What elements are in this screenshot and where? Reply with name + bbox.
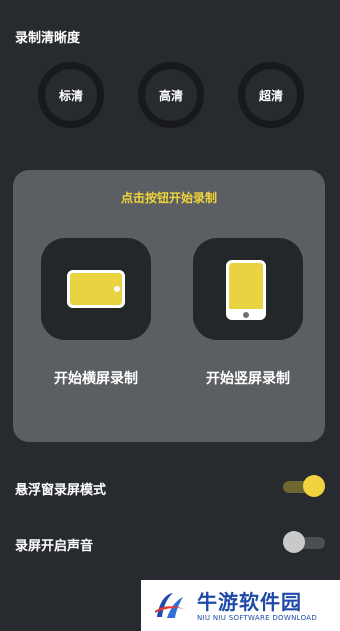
toggle-knob <box>303 475 325 497</box>
setting-floating-mode: 悬浮窗录屏模式 <box>0 474 340 502</box>
start-portrait-label[interactable]: 开始竖屏录制 <box>173 368 323 388</box>
start-landscape-button[interactable] <box>41 238 151 340</box>
record-panel: 点击按钮开始录制 开始横屏录制 开始竖屏录制 <box>13 170 325 442</box>
toggle-knob <box>283 531 305 553</box>
floating-mode-label: 悬浮窗录屏模式 <box>15 483 107 498</box>
landscape-tablet-icon <box>67 270 125 308</box>
record-hint: 点击按钮开始录制 <box>120 191 217 205</box>
start-portrait-button[interactable] <box>193 238 303 340</box>
tablet-home-button-icon <box>114 286 120 292</box>
watermark-subtitle: NIU NIU SOFTWARE DOWNLOAD <box>197 614 318 622</box>
quality-option-ultra[interactable]: 超清 <box>238 62 304 128</box>
phone-home-button-icon <box>243 312 249 318</box>
quality-option-standard[interactable]: 标清 <box>38 62 104 128</box>
niuniu-logo-icon <box>155 593 185 618</box>
watermark-title: 牛游软件园 <box>197 590 302 614</box>
quality-section-title: 录制清晰度 <box>15 31 81 46</box>
floating-mode-toggle[interactable] <box>283 474 325 500</box>
watermark: 牛游软件园 NIU NIU SOFTWARE DOWNLOAD <box>141 580 340 631</box>
record-audio-label: 录屏开启声音 <box>15 539 94 554</box>
setting-record-audio: 录屏开启声音 <box>0 530 340 558</box>
record-audio-toggle[interactable] <box>283 530 325 556</box>
quality-options: 标清 高清 超清 <box>0 62 340 128</box>
quality-option-high[interactable]: 高清 <box>138 62 204 128</box>
start-landscape-label[interactable]: 开始横屏录制 <box>21 368 171 388</box>
portrait-phone-icon <box>226 260 266 320</box>
